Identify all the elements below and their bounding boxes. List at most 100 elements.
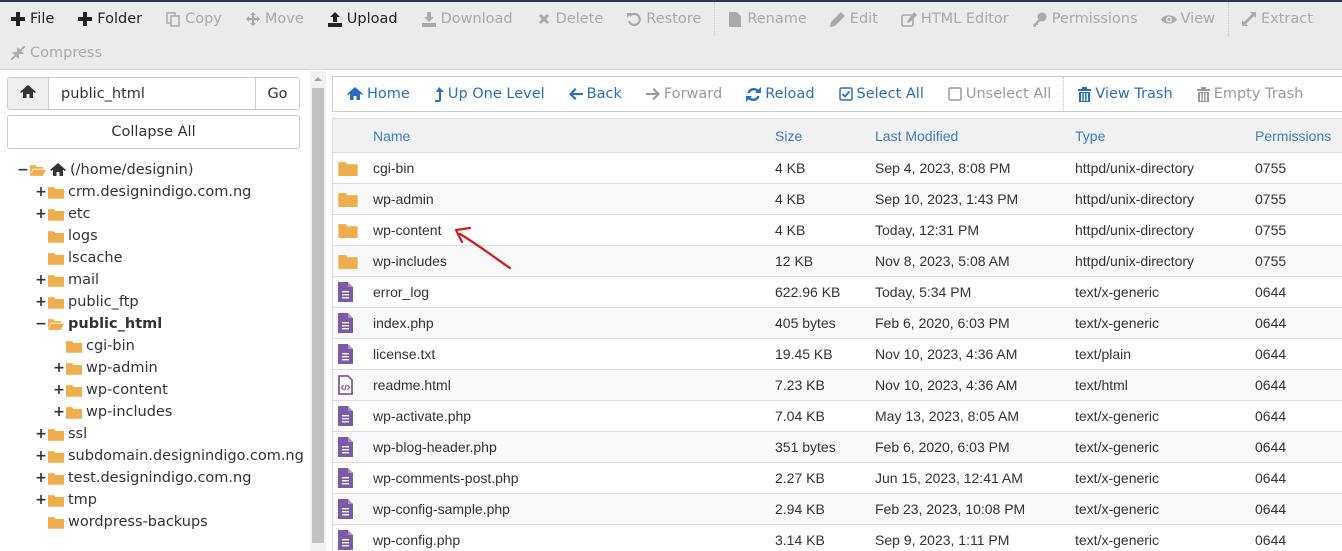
- table-row[interactable]: wp-blog-header.php 351 bytes Feb 6, 2020, …: [333, 431, 1342, 463]
- tree-item[interactable]: + crm.designindigo.com.ng: [35, 181, 251, 203]
- file-name[interactable]: error_log: [373, 277, 775, 308]
- empty-trash-button[interactable]: Empty Trash: [1196, 86, 1303, 102]
- compress-button[interactable]: Compress: [0, 45, 102, 61]
- html-editor-button[interactable]: HTML Editor: [891, 11, 1009, 27]
- expand-toggle-icon[interactable]: +: [53, 360, 65, 376]
- path-home-button[interactable]: [8, 78, 49, 109]
- column-header-name[interactable]: Name: [373, 118, 775, 153]
- delete-button[interactable]: Delete: [526, 11, 603, 27]
- home-label: Home: [367, 86, 410, 102]
- file-name[interactable]: wp-blog-header.php: [373, 432, 775, 463]
- table-row[interactable]: wp-config-sample.php 2.94 KB Feb 23, 2023,…: [333, 493, 1342, 525]
- expand-toggle-icon[interactable]: +: [35, 470, 47, 486]
- file-name[interactable]: wp-config-sample.php: [373, 494, 775, 525]
- file-name[interactable]: index.php: [373, 308, 775, 339]
- tree-item[interactable]: + etc: [35, 203, 90, 225]
- table-row[interactable]: wp-comments-post.php 2.27 KB Jun 15, 2023,…: [333, 463, 1342, 494]
- collapse-all-button[interactable]: Collapse All: [7, 115, 300, 149]
- file-name[interactable]: readme.html: [373, 370, 775, 401]
- file-size: 2.27 KB: [775, 470, 825, 486]
- scrollbar-thumb[interactable]: [312, 88, 324, 543]
- view-trash-button[interactable]: View Trash: [1078, 86, 1173, 102]
- tree-item[interactable]: lscache: [35, 247, 123, 269]
- tree-item[interactable]: + public_ftp: [35, 291, 139, 313]
- table-header-row: Name Size Last Modified Type Permissions: [333, 118, 1342, 153]
- download-button[interactable]: Download: [411, 11, 513, 27]
- extract-button[interactable]: Extract: [1231, 11, 1313, 27]
- table-row[interactable]: index.php 405 bytes Feb 6, 2020, 6:03 PM te…: [333, 307, 1342, 339]
- table-row[interactable]: license.txt 19.45 KB Nov 10, 2023, 4:36 AM…: [333, 339, 1342, 370]
- tree-item[interactable]: + wp-admin: [53, 357, 158, 379]
- tree-item[interactable]: + subdomain.designindigo.com.ng: [35, 445, 304, 467]
- tree-item[interactable]: − public_html: [35, 313, 162, 335]
- back-button[interactable]: Back: [568, 86, 622, 102]
- file-list: Name Size Last Modified Type Permissions…: [332, 118, 1342, 551]
- table-row[interactable]: wp-content 4 KB Today, 12:31 PM httpd/unix-…: [333, 215, 1342, 246]
- file-name[interactable]: cgi-bin: [373, 153, 775, 184]
- restore-button[interactable]: Restore: [616, 11, 701, 27]
- column-header-type[interactable]: Type: [1075, 118, 1255, 153]
- expand-toggle-icon[interactable]: +: [35, 426, 47, 442]
- file-name[interactable]: wp-content: [373, 215, 775, 246]
- home-button[interactable]: Home: [347, 86, 410, 102]
- file-name[interactable]: wp-config.php: [373, 525, 775, 551]
- expand-toggle-icon[interactable]: +: [35, 448, 47, 464]
- tree-item[interactable]: wordpress-backups: [35, 511, 208, 533]
- file-button[interactable]: File: [0, 11, 54, 27]
- table-row[interactable]: error_log 622.96 KB Today, 5:34 PM text/x-g…: [333, 277, 1342, 308]
- path-input[interactable]: [49, 78, 255, 109]
- table-row[interactable]: wp-includes 12 KB Nov 8, 2023, 5:08 AM http…: [333, 245, 1342, 277]
- tree-item[interactable]: + tmp: [35, 489, 97, 511]
- file-type: text/x-generic: [1075, 315, 1160, 331]
- expand-toggle-icon[interactable]: +: [35, 184, 47, 200]
- rename-button[interactable]: Rename: [717, 11, 807, 27]
- scroll-up-arrow-icon[interactable]: [314, 77, 322, 81]
- copy-button[interactable]: Copy: [155, 11, 222, 27]
- tree-item[interactable]: − (/home/designin): [17, 159, 193, 181]
- tree-item[interactable]: + mail: [35, 269, 99, 291]
- forward-button[interactable]: Forward: [645, 86, 722, 102]
- permissions-button[interactable]: Permissions: [1022, 11, 1138, 27]
- tree-item[interactable]: logs: [35, 225, 98, 247]
- table-row[interactable]: wp-admin 4 KB Sep 10, 2023, 1:43 PM httpd/u…: [333, 183, 1342, 215]
- column-header-last-modified[interactable]: Last Modified: [875, 118, 1075, 153]
- unselect-all-button[interactable]: Unselect All: [948, 86, 1051, 102]
- edit-button[interactable]: Edit: [820, 11, 878, 27]
- expand-toggle-icon[interactable]: +: [35, 206, 47, 222]
- file-name[interactable]: wp-comments-post.php: [373, 463, 775, 494]
- upload-button[interactable]: Upload: [317, 11, 398, 27]
- tree-item[interactable]: + ssl: [35, 423, 87, 445]
- permissions-label: Permissions: [1051, 11, 1138, 27]
- expand-toggle-icon[interactable]: +: [35, 294, 47, 310]
- file-name[interactable]: wp-admin: [373, 184, 775, 215]
- file-name[interactable]: wp-activate.php: [373, 401, 775, 432]
- folder-button[interactable]: Folder: [67, 11, 142, 27]
- table-row[interactable]: cgi-bin 4 KB Sep 4, 2023, 8:08 PM httpd/uni…: [333, 153, 1342, 184]
- table-row[interactable]: readme.html 7.23 KB Nov 10, 2023, 4:36 AM t…: [333, 369, 1342, 401]
- tree-scrollbar[interactable]: [310, 71, 326, 551]
- expand-toggle-icon[interactable]: +: [35, 492, 47, 508]
- tree-item[interactable]: + wp-content: [53, 379, 168, 401]
- move-button[interactable]: Move: [235, 11, 304, 27]
- column-header-size[interactable]: Size: [775, 118, 875, 153]
- file-name[interactable]: license.txt: [373, 339, 775, 370]
- tree-item[interactable]: cgi-bin: [53, 335, 135, 357]
- row-icon-cell: [333, 184, 373, 215]
- column-header-permissions[interactable]: Permissions: [1255, 118, 1342, 153]
- table-row[interactable]: wp-activate.php 7.04 KB May 13, 2023, 8:05…: [333, 401, 1342, 432]
- tree-item[interactable]: + wp-includes: [53, 401, 172, 423]
- expand-toggle-icon[interactable]: +: [35, 272, 47, 288]
- file-name[interactable]: wp-includes: [373, 246, 775, 277]
- collapse-toggle-icon[interactable]: −: [35, 316, 47, 332]
- reload-button[interactable]: Reload: [746, 86, 815, 102]
- tree-item[interactable]: + test.designindigo.com.ng: [35, 467, 251, 489]
- select-all-button[interactable]: Select All: [838, 86, 924, 102]
- expand-toggle-icon[interactable]: +: [53, 404, 65, 420]
- expand-toggle-icon[interactable]: +: [53, 382, 65, 398]
- view-button[interactable]: View: [1151, 11, 1215, 27]
- collapse-toggle-icon[interactable]: −: [17, 162, 29, 178]
- home-icon: [20, 84, 36, 103]
- go-button[interactable]: Go: [255, 78, 299, 109]
- up-button[interactable]: Up One Level: [434, 86, 545, 102]
- table-row[interactable]: wp-config.php 3.14 KB Sep 9, 2023, 1:11 PM…: [333, 525, 1342, 551]
